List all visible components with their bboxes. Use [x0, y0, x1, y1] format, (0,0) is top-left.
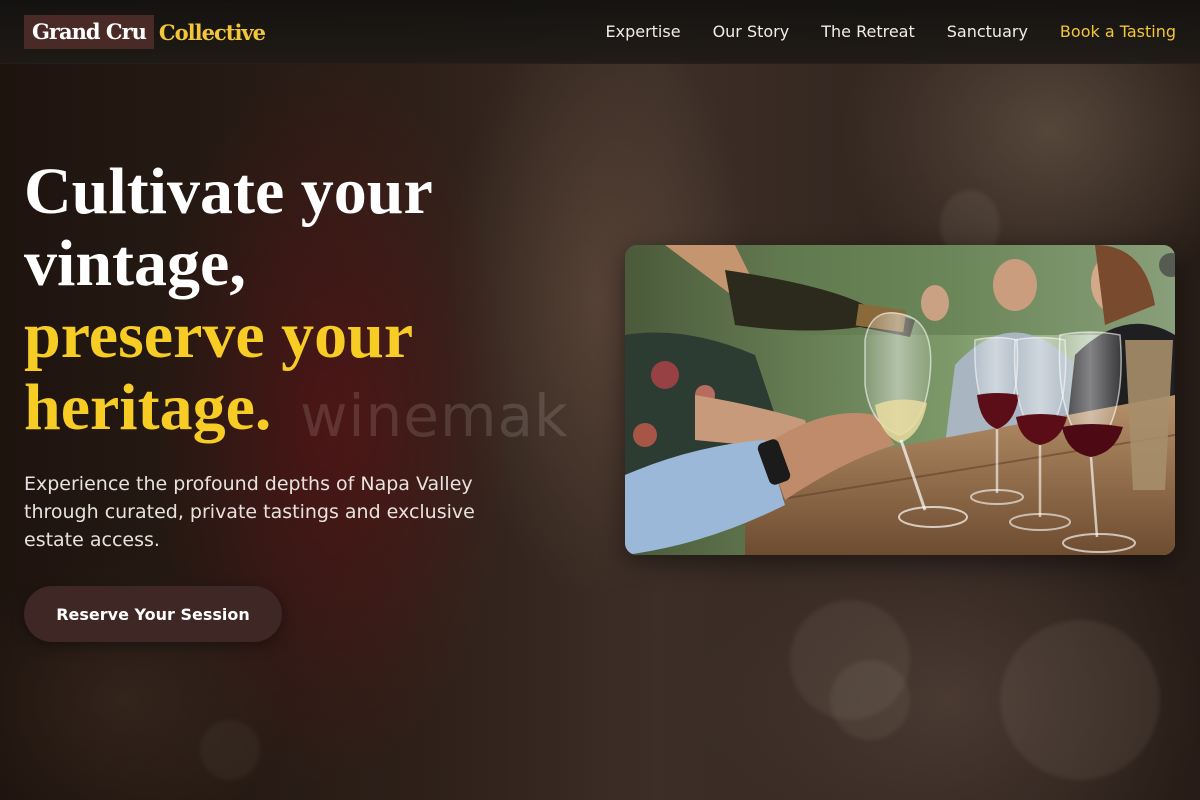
book-a-tasting-link[interactable]: Book a Tasting	[1060, 22, 1176, 41]
nav-link-the-retreat[interactable]: The Retreat	[821, 22, 915, 41]
nav-link-sanctuary[interactable]: Sanctuary	[947, 22, 1028, 41]
headline-line-3: preserve your	[24, 299, 414, 372]
nav-link-expertise[interactable]: Expertise	[606, 22, 681, 41]
brand-name-primary: Grand Cru	[24, 15, 154, 49]
wine-tasting-photo	[625, 245, 1175, 555]
hero-headline: Cultivate your vintage, preserve your he…	[24, 156, 584, 444]
nav-link-our-story[interactable]: Our Story	[713, 22, 790, 41]
hero-subtext: Experience the profound depths of Napa V…	[24, 473, 475, 551]
brand-name-secondary: Collective	[158, 19, 266, 45]
reserve-session-button[interactable]: Reserve Your Session	[24, 586, 282, 642]
headline-line-1: Cultivate your	[24, 155, 433, 228]
top-navigation-bar: Grand Cru Collective Expertise Our Story…	[0, 0, 1200, 64]
headline-line-4: heritage.	[24, 371, 272, 444]
brand-logo[interactable]: Grand Cru Collective	[24, 15, 266, 49]
headline-line-2: vintage,	[24, 227, 246, 300]
nav-links: Expertise Our Story The Retreat Sanctuar…	[606, 0, 1177, 62]
